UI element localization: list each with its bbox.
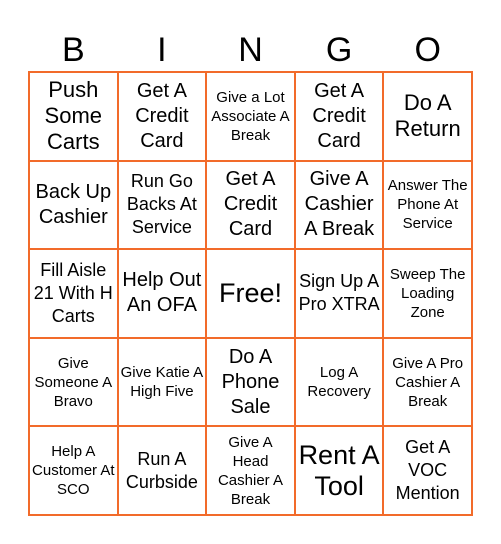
cell-label: Log A Recovery [307, 364, 371, 401]
cell-label: Get A Credit Card [312, 79, 366, 152]
cell-label: Get A Credit Card [223, 168, 278, 241]
header-letter-i: I [157, 31, 167, 69]
bingo-cell[interactable]: Run A Curbside [117, 426, 207, 515]
bingo-cell[interactable]: Back Up Cashier [29, 160, 118, 250]
bingo-cell[interactable]: Give a Lot Associate A Break [206, 72, 295, 161]
free-space-label: Free! [218, 277, 282, 308]
header-letter-g: G [325, 31, 353, 69]
cell-label: Fill Aisle 21 With H Carts [33, 259, 113, 326]
bingo-cell[interactable]: Get A Credit Card [206, 160, 295, 250]
cell-label: Help Out An OFA [122, 269, 202, 317]
bingo-cell[interactable]: Give A Head Cashier A Break [206, 426, 295, 515]
cell-label: Rent A Tool [298, 439, 380, 501]
bingo-cell[interactable]: Give A Cashier A Break [294, 160, 384, 250]
bingo-cell[interactable]: Rent A Tool [294, 426, 384, 515]
bingo-cell[interactable]: Fill Aisle 21 With H Carts [29, 249, 118, 338]
cell-label: Do A Return [394, 90, 461, 142]
cell-label: Get A Credit Card [135, 79, 189, 152]
bingo-cell[interactable]: Sweep The Loading Zone [383, 249, 472, 338]
bingo-cell[interactable]: Sign Up A Pro XTRA [294, 249, 384, 338]
cell-label: Push Some Carts [44, 77, 103, 155]
cell-label: Run Go Backs At Service [126, 171, 197, 238]
bingo-cell[interactable]: Push Some Carts [29, 72, 118, 161]
free-space-cell[interactable]: Free! [206, 249, 295, 338]
cell-label: Sign Up A Pro XTRA [298, 271, 380, 315]
header-letter-o: O [414, 31, 441, 69]
cell-label: Get A VOC Mention [395, 437, 460, 504]
header-letter-b: B [61, 31, 85, 69]
bingo-board: Push Some Carts Get A Credit Card Give a… [28, 71, 473, 516]
bingo-cell[interactable]: Give Katie A High Five [117, 337, 207, 427]
bingo-cell[interactable]: Answer The Phone At Service [383, 160, 472, 250]
cell-label: Sweep The Loading Zone [389, 265, 466, 321]
bingo-cell[interactable]: Log A Recovery [294, 337, 384, 427]
bingo-cell[interactable]: Get A VOC Mention [383, 426, 472, 515]
cell-label: Give A Pro Cashier A Break [392, 354, 464, 410]
bingo-cell[interactable]: Give A Pro Cashier A Break [383, 337, 472, 427]
bingo-cell[interactable]: Get A Credit Card [294, 72, 384, 161]
bingo-cell[interactable]: Help Out An OFA [117, 249, 207, 338]
cell-label: Give A Head Cashier A Break [217, 433, 284, 508]
cell-label: Back Up Cashier [35, 180, 112, 228]
cell-label: Do A Phone Sale [221, 345, 280, 418]
bingo-cell[interactable]: Get A Credit Card [117, 72, 207, 161]
bingo-cell[interactable]: Do A Return [383, 72, 472, 161]
cell-label: Answer The Phone At Service [387, 177, 468, 233]
bingo-cell[interactable]: Give Someone A Bravo [29, 337, 118, 427]
header-letter-n: N [238, 31, 263, 69]
bingo-cell[interactable]: Help A Customer At SCO [29, 426, 118, 515]
cell-label: Give Katie A High Five [120, 364, 204, 401]
bingo-cell[interactable]: Run Go Backs At Service [117, 160, 207, 250]
bingo-header: B I N G O [29, 30, 472, 70]
cell-label: Give Someone A Bravo [34, 354, 113, 410]
bingo-cell[interactable]: Do A Phone Sale [206, 337, 295, 427]
cell-label: Help A Customer At SCO [32, 443, 115, 499]
cell-label: Give A Cashier A Break [304, 168, 375, 241]
cell-label: Give a Lot Associate A Break [211, 88, 290, 144]
cell-label: Run A Curbside [125, 448, 198, 492]
